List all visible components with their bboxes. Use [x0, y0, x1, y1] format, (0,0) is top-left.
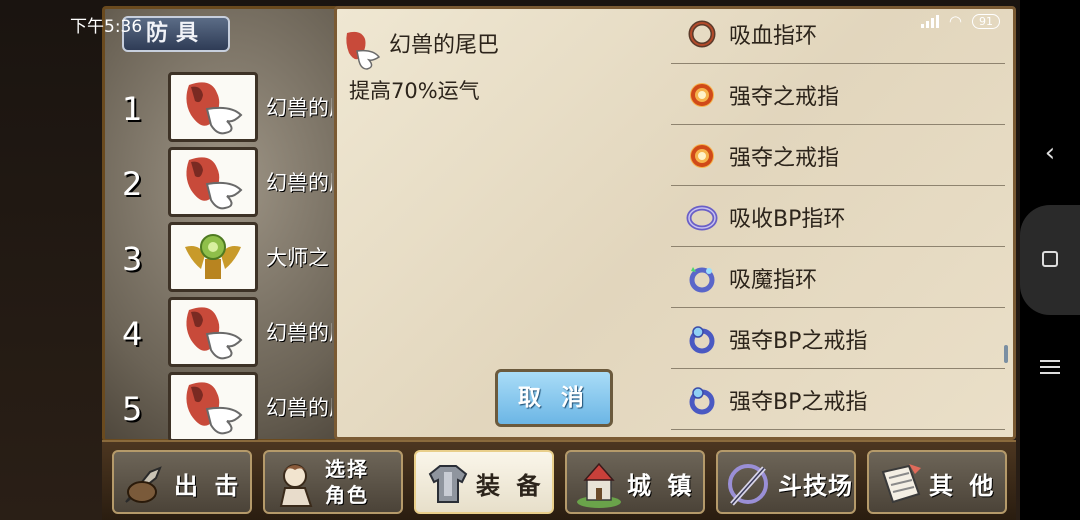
- scroll-icon: [881, 464, 921, 504]
- golden-emblem-icon: [168, 222, 258, 292]
- equipment-slot[interactable]: 1 幻兽的尾巴: [112, 72, 342, 144]
- ring-icon: [690, 83, 714, 107]
- slot-number: 1: [122, 90, 143, 128]
- fox-tail-icon: [168, 372, 258, 442]
- town-button[interactable]: 城 镇: [565, 450, 705, 514]
- armor-icon: [428, 465, 468, 503]
- character-icon: [279, 464, 313, 507]
- slot-number: 4: [122, 315, 143, 353]
- ring-icon: [689, 267, 715, 293]
- cancel-button[interactable]: 取 消: [495, 369, 613, 427]
- slot-item-name: 幻兽的尾巴: [266, 396, 332, 420]
- nav-label: 出 击: [174, 472, 243, 500]
- list-item[interactable]: 强夺之戒指: [671, 125, 1005, 186]
- slot-item-name: 幻兽的尾巴: [266, 171, 332, 195]
- slot-item-name: 幻兽的尾巴: [266, 96, 332, 120]
- other-button[interactable]: 其 他: [867, 450, 1007, 514]
- back-icon[interactable]: ‹: [1038, 138, 1062, 168]
- nav-label: 城 镇: [627, 472, 696, 500]
- equipment-slot[interactable]: 2 幻兽的尾巴: [112, 147, 342, 219]
- castle-icon: [577, 462, 621, 508]
- status-bar: 下午5:36 ◠ 91: [0, 0, 1020, 40]
- equipment-slot[interactable]: 5 幻兽的尾巴: [112, 372, 342, 444]
- status-time: 下午5:36: [70, 17, 143, 37]
- slot-number: 5: [122, 390, 143, 428]
- list-item-label: 吸魔指环: [729, 268, 818, 293]
- fox-tail-icon: [168, 147, 258, 217]
- list-scrollbar[interactable]: [1004, 345, 1008, 363]
- slot-item-name: 大师之: [266, 246, 329, 270]
- bottom-menu: 出 击 选择 角色 装 备 城 镇 斗技场 其 他: [102, 440, 1016, 520]
- fox-tail-icon: [168, 297, 258, 367]
- ring-icon: [690, 144, 714, 168]
- sword-icon: [125, 466, 162, 503]
- list-item-label: 强夺BP之戒指: [729, 390, 868, 415]
- select-character-button[interactable]: 选择 角色: [263, 450, 403, 514]
- list-item[interactable]: 强夺BP之戒指: [671, 308, 1005, 369]
- list-item-label: 吸收BP指环: [729, 207, 846, 232]
- battery-icon: 91: [972, 13, 1000, 29]
- accessory-list: 吸血指环 强夺之戒指 强夺之戒指 吸收BP指环 吸魔指环 强夺BP之戒指 强夺B…: [671, 9, 1005, 430]
- home-icon[interactable]: [1042, 251, 1058, 267]
- nav-label: 斗技场: [778, 472, 853, 500]
- nav-label: 选择 角色: [325, 457, 369, 507]
- menu-icon[interactable]: [1040, 360, 1060, 378]
- list-item-label: 强夺之戒指: [729, 146, 840, 171]
- fox-tail-icon: [168, 72, 258, 142]
- equipment-slot[interactable]: 4 幻兽的尾巴: [112, 297, 342, 369]
- list-item[interactable]: 吸收BP指环: [671, 186, 1005, 247]
- list-item[interactable]: 强夺之戒指: [671, 64, 1005, 125]
- slot-item-name: 幻兽的尾巴: [266, 321, 332, 345]
- equipment-button[interactable]: 装 备: [414, 450, 554, 514]
- ring-icon: [686, 205, 718, 231]
- signal-icon: [920, 14, 939, 28]
- wifi-icon: ◠: [948, 12, 962, 30]
- item-detail-dialog: 幻兽的尾巴 提高70%运气 取 消 吸血指环 强夺之戒指 强夺之戒指 吸收BP指…: [334, 6, 1016, 440]
- arena-icon: [728, 464, 768, 506]
- slot-number: 3: [122, 240, 143, 278]
- sortie-button[interactable]: 出 击: [112, 450, 252, 514]
- ring-icon: [689, 326, 715, 354]
- nav-label: 装 备: [476, 472, 545, 500]
- item-description: 提高70%运气: [349, 79, 480, 103]
- system-navigation-bar: ‹: [1020, 0, 1080, 520]
- list-item[interactable]: 强夺BP之戒指: [671, 369, 1005, 430]
- arena-button[interactable]: 斗技场: [716, 450, 856, 514]
- list-item-label: 强夺之戒指: [729, 85, 840, 110]
- game-screen: 防具 1 幻兽的尾巴 2 幻兽的尾巴 3: [0, 0, 1020, 520]
- nav-label: 其 他: [929, 472, 998, 500]
- slot-number: 2: [122, 165, 143, 203]
- equipment-slot[interactable]: 3 大师之: [112, 222, 342, 294]
- list-item-label: 强夺BP之戒指: [729, 329, 868, 354]
- ring-icon: [689, 387, 715, 415]
- home-button-area: [1020, 205, 1080, 315]
- list-item[interactable]: 吸魔指环: [671, 247, 1005, 308]
